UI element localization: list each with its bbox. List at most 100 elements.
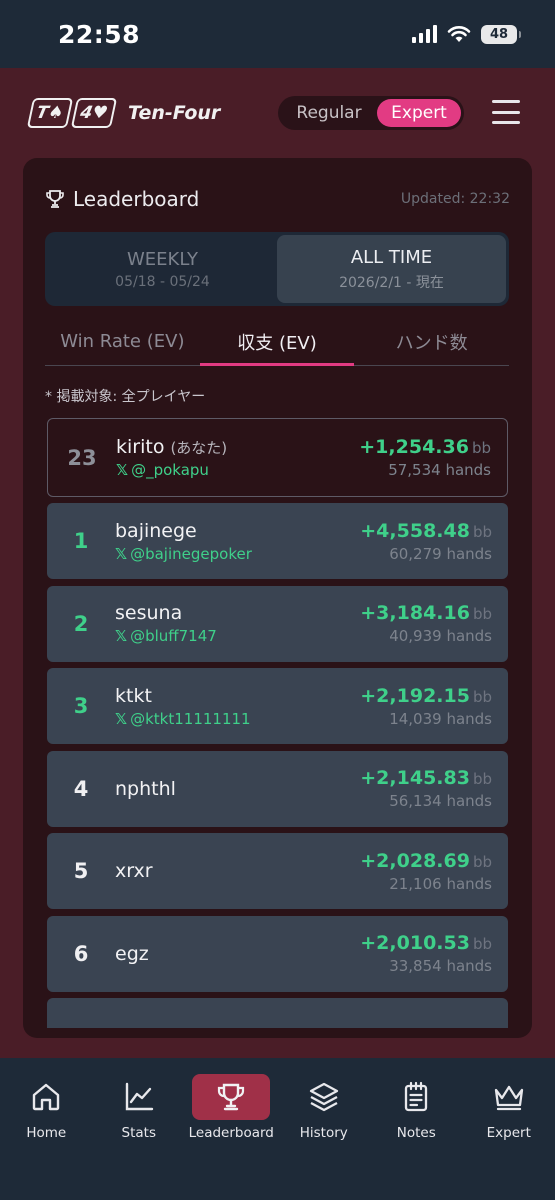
player-name: bajinege [115, 519, 197, 542]
layers-icon [309, 1082, 338, 1112]
player-name: nphthl [115, 777, 176, 800]
player-stats: +2,192.15 bb 14,039 hands [360, 668, 492, 744]
leaderboard-card: Leaderboard Updated: 22:32 WEEKLY 05/18 … [23, 158, 532, 1038]
hands-count: 56,134 hands [389, 792, 492, 810]
logo-card-4-heart: 4♥ [70, 98, 118, 128]
nav-leaderboard[interactable]: Leaderboard [185, 1058, 278, 1200]
rank-number: 5 [73, 859, 89, 883]
profit-unit: bb [472, 687, 492, 706]
notepad-icon [405, 1081, 428, 1112]
hamburger-menu-icon[interactable] [492, 100, 520, 124]
nav-stats-label: Stats [121, 1125, 156, 1141]
hands-count: 21,106 hands [389, 874, 492, 893]
hands-count: 60,279 hands [389, 544, 492, 563]
leaderboard-list: 23 kirito (あなた) 𝕏 @_pokapu +1,254.36 bb 57… [47, 418, 508, 1028]
player-stats: +1,254.36 bb 57,534 hands [359, 419, 491, 496]
player-handle[interactable]: 𝕏 @bajinegepoker [115, 545, 252, 563]
wifi-icon [447, 26, 471, 42]
you-label: (あなた) [170, 439, 228, 457]
logo-card-t-spade: T♠ [26, 98, 74, 128]
table-row-partial[interactable] [47, 998, 508, 1028]
tab-hands[interactable]: ハンド数 [354, 318, 509, 365]
player-stats: +4,558.48 bb 60,279 hands [360, 503, 492, 579]
mode-regular-button[interactable]: Regular [281, 99, 377, 127]
nav-home[interactable]: Home [0, 1058, 93, 1200]
nav-notes-label: Notes [396, 1125, 436, 1141]
my-rank-row[interactable]: 23 kirito (あなた) 𝕏 @_pokapu +1,254.36 bb 57… [47, 418, 508, 497]
crown-icon [494, 1085, 523, 1111]
x-logo-icon: 𝕏 [115, 627, 128, 645]
rank-number: 6 [73, 941, 89, 966]
rank-number: 23 [67, 445, 97, 470]
nav-notes[interactable]: Notes [370, 1058, 463, 1200]
cellular-signal-icon [412, 25, 437, 43]
app-logo[interactable]: T♠ 4♥ Ten-Four [26, 98, 221, 128]
player-handle[interactable]: 𝕏 @bluff7147 [115, 627, 217, 645]
player-name: xrxr [115, 860, 153, 882]
profit-unit: bb [472, 605, 492, 623]
period-tabs: WEEKLY 05/18 - 05/24 ALL TIME 2026/2/1 -… [45, 232, 509, 306]
table-row[interactable]: 3 ktkt 𝕏 @ktkt11111111 +2,192.15 bb 14,03… [47, 668, 508, 744]
mode-expert-button[interactable]: Expert [377, 99, 461, 127]
hands-count: 40,939 hands [389, 627, 492, 645]
nav-home-label: Home [26, 1125, 67, 1141]
battery-icon: 48 [481, 24, 521, 44]
player-handle[interactable]: 𝕏 @ktkt11111111 [115, 710, 251, 728]
table-row[interactable]: 6 egz +2,010.53 bb 33,854 hands [47, 915, 508, 992]
nav-history-label: History [299, 1125, 348, 1141]
profit-unit: bb [471, 439, 491, 457]
player-name: sesuna [115, 602, 183, 624]
player-info: kirito (あなた) 𝕏 @_pokapu [116, 419, 227, 496]
tab-weekly[interactable]: WEEKLY 05/18 - 05/24 [48, 235, 277, 303]
player-name: egz [115, 942, 149, 965]
status-icons: 48 [412, 24, 521, 44]
player-info: xrxr [115, 833, 153, 909]
tab-weekly-range: 05/18 - 05/24 [115, 273, 210, 290]
player-stats: +2,010.53 bb 33,854 hands [360, 916, 492, 992]
profit-value: +2,192.15 [360, 684, 470, 707]
table-row[interactable]: 2 sesuna 𝕏 @bluff7147 +3,184.16 bb 40,939… [47, 585, 508, 662]
profit-value: +2,145.83 [360, 767, 470, 789]
player-info: ktkt 𝕏 @ktkt11111111 [115, 668, 251, 744]
tab-profit[interactable]: 収支 (EV) [199, 318, 355, 366]
handle-text: @bluff7147 [130, 627, 217, 645]
profit-unit: bb [472, 852, 492, 871]
trophy-icon [218, 1083, 245, 1111]
player-info: nphthl [115, 751, 176, 827]
profit-value: +4,558.48 [360, 519, 470, 542]
tab-all-time[interactable]: ALL TIME 2026/2/1 - 現在 [277, 235, 506, 303]
profit-unit: bb [472, 522, 492, 541]
handle-text: @ktkt11111111 [130, 709, 251, 728]
nav-stats[interactable]: Stats [93, 1058, 186, 1200]
home-icon [33, 1083, 60, 1111]
player-stats: +2,145.83 bb 56,134 hands [360, 751, 492, 827]
mode-toggle: Regular Expert [278, 96, 464, 130]
player-info: bajinege 𝕏 @bajinegepoker [115, 503, 252, 579]
rank-number: 4 [73, 776, 89, 801]
rank-number: 3 [73, 694, 89, 718]
table-row[interactable]: 5 xrxr +2,028.69 bb 21,106 hands [47, 833, 508, 909]
handle-text: @bajinegepoker [130, 544, 252, 563]
hands-count: 57,534 hands [388, 461, 491, 479]
nav-expert[interactable]: Expert [463, 1058, 555, 1200]
battery-level: 48 [489, 26, 509, 42]
player-stats: +3,184.16 bb 40,939 hands [360, 586, 492, 662]
player-name: kirito [116, 436, 165, 458]
nav-history[interactable]: History [278, 1058, 371, 1200]
leaderboard-header: Leaderboard Updated: 22:32 [45, 184, 510, 214]
table-row[interactable]: 4 nphthl +2,145.83 bb 56,134 hands [47, 750, 508, 827]
rank-number: 1 [73, 529, 89, 553]
status-bar: 22:58 48 [0, 0, 555, 68]
nav-expert-label: Expert [486, 1125, 531, 1141]
tab-win-rate[interactable]: Win Rate (EV) [45, 318, 200, 365]
chart-icon [125, 1082, 153, 1111]
player-handle[interactable]: 𝕏 @_pokapu [116, 461, 227, 479]
app-header: T♠ 4♥ Ten-Four Regular Expert [0, 68, 555, 158]
x-logo-icon: 𝕏 [116, 461, 129, 479]
handle-text: @_pokapu [131, 461, 209, 479]
app-name: Ten-Four [128, 102, 221, 124]
metric-tabs: Win Rate (EV) 収支 (EV) ハンド数 [45, 318, 509, 366]
table-row[interactable]: 1 bajinege 𝕏 @bajinegepoker +4,558.48 bb … [47, 503, 508, 579]
player-info: sesuna 𝕏 @bluff7147 [115, 586, 217, 662]
player-name: ktkt [115, 684, 152, 707]
